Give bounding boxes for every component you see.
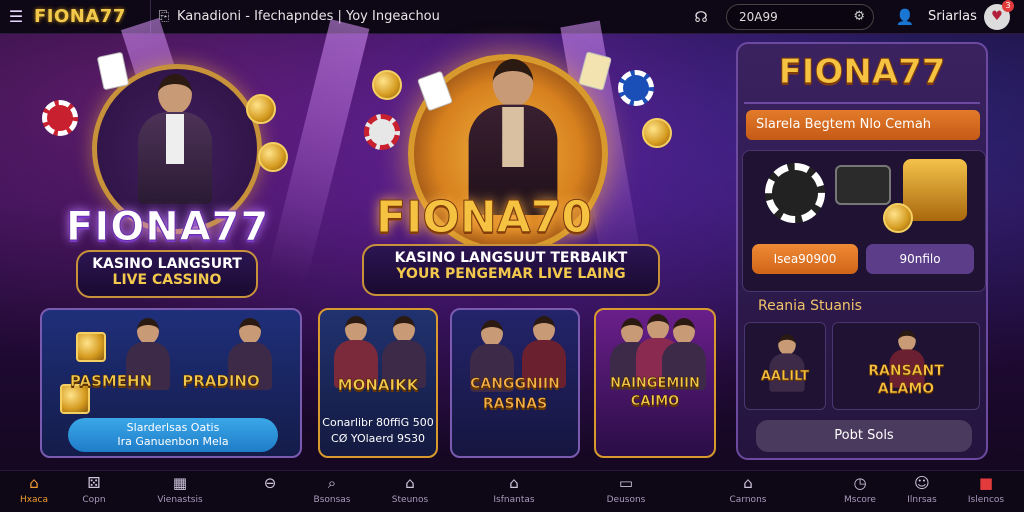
treasure-chest-icon xyxy=(903,159,967,221)
casino-app: ☰ FIONA77 ⎘ Kanadioni - Ifechapndes | Yo… xyxy=(0,0,1024,512)
poker-chip-icon xyxy=(765,163,825,223)
nav-item-house[interactable]: ⌂ Steunos xyxy=(370,471,450,512)
nav-label: Carnons xyxy=(729,495,767,505)
playing-card-icon xyxy=(96,51,130,91)
hero-center-line2: YOUR PENGEMAR LIVE LAING xyxy=(396,266,626,282)
hero-center-logo: FIONA70 xyxy=(376,192,593,244)
game-title: CAIMO xyxy=(630,394,680,410)
host-figure xyxy=(886,330,928,388)
nav-item-home-filled[interactable]: ⌂ Isfnantas xyxy=(474,471,554,512)
avatar[interactable]: ♥ 3 xyxy=(984,0,1014,30)
bonus-button[interactable]: 90nfilo xyxy=(866,244,974,274)
hero-left-promo[interactable]: FIONA77 KASINO LANGSURT LIVE CASSINO xyxy=(40,51,300,304)
game-card[interactable]: PASMEHN PRADINO Slarderlsas Oatis Ira Ga… xyxy=(40,308,302,458)
home-filled-icon: ⌂ xyxy=(509,474,519,492)
hero-banner[interactable]: FIONA77 KASINO LANGSURT LIVE CASSINO FIO… xyxy=(0,17,736,304)
search-input[interactable]: 20A99 ⚙ xyxy=(726,3,874,30)
button-line: Slarderlsas Oatis xyxy=(126,421,220,434)
tile-title: ALAMO xyxy=(877,381,935,398)
nav-item-alert[interactable]: ■ Islencos xyxy=(946,471,1024,512)
panel-bottom-button[interactable]: Pobt Sols xyxy=(756,420,972,452)
nav-item-bank[interactable]: ⌂ Carnons xyxy=(708,471,788,512)
hero-left-line2: LIVE CASSINO xyxy=(112,272,222,288)
user-icon[interactable]: 👤 xyxy=(892,8,918,26)
gear-icon[interactable]: ⚙ xyxy=(853,9,865,24)
alert-box-icon: ■ xyxy=(978,474,994,492)
gold-coin-icon xyxy=(642,118,672,148)
nav-label: Vienastsis xyxy=(157,495,203,505)
game-tile[interactable]: AALILT xyxy=(744,322,826,410)
user-label[interactable]: Sriarlas xyxy=(928,9,984,24)
gold-coin-icon xyxy=(246,94,276,124)
game-title: CANGGNIIN xyxy=(470,376,560,393)
nav-label: Islencos xyxy=(967,495,1005,505)
nav-item-grid[interactable]: ▦ Vienastsis xyxy=(140,471,220,512)
hero-left-line1: KASINO LANGSURT xyxy=(92,256,242,272)
game-caption: CØ YOlaerd 9S30 xyxy=(331,432,425,445)
bottom-nav: ⌂ Hxaca ⚄ Copn ▦ Vienastsis ⊖ ⌕ Bsonsas … xyxy=(0,470,1024,512)
game-card[interactable]: CANGGNIIN RASNAS xyxy=(450,308,580,458)
hero-left-logo: FIONA77 xyxy=(65,204,270,251)
gold-coin-icon xyxy=(258,142,288,172)
search-value: 20A99 xyxy=(739,9,778,24)
grid-icon: ▦ xyxy=(172,474,188,492)
hero-center-promo[interactable]: FIONA70 KASINO LANGSUUT TERBAIKT YOUR PE… xyxy=(360,51,680,304)
deposit-button[interactable]: Isea90900 xyxy=(752,244,858,274)
hero-center-line1: KASINO LANGSUUT TERBAIKT xyxy=(394,250,628,266)
gold-coin-icon xyxy=(372,70,402,100)
poker-chip-icon xyxy=(364,114,400,150)
headset-icon[interactable]: ☊ xyxy=(688,8,714,26)
button-line: Ira Ganuenbon Mela xyxy=(117,435,229,448)
nav-item-search[interactable]: ⌕ Bsonsas xyxy=(292,471,372,512)
bank-icon: ⌂ xyxy=(743,474,753,492)
nav-label: Deusons xyxy=(606,495,646,505)
play-now-button[interactable]: Slarderlsas Oatis Ira Ganuenbon Mela xyxy=(68,418,278,452)
game-card[interactable]: NAINGEMIIN CAIMO xyxy=(594,308,716,458)
game-card[interactable]: MONAIKK Conarlibr 80ffiG 500 CØ YOlaerd … xyxy=(318,308,438,458)
game-title: PRADINO xyxy=(182,372,260,391)
game-title: RASNAS xyxy=(482,396,548,413)
tile-title: AALILT xyxy=(760,369,810,385)
game-title: NAINGEMIIN xyxy=(610,376,700,392)
notification-badge: 3 xyxy=(1002,0,1014,12)
host-figure xyxy=(130,74,220,204)
promo-bar[interactable]: Slarela Begtem Nlo Cemah xyxy=(746,110,980,140)
nav-label: Bsonsas xyxy=(313,495,351,505)
dice-icon xyxy=(76,332,106,362)
gold-coin-icon xyxy=(883,203,913,233)
poker-chip-icon xyxy=(618,70,654,106)
game-title: MONAIKK xyxy=(337,376,419,395)
dice-icon: ⚄ xyxy=(87,474,101,492)
right-promo-panel: FIONA77 Slarela Begtem Nlo Cemah Isea909… xyxy=(736,42,988,460)
panel-logo: FIONA77 xyxy=(778,52,946,93)
brand-logo[interactable]: FIONA77 xyxy=(32,6,150,27)
poker-chip-icon xyxy=(42,100,78,136)
hero-left-subtitle: KASINO LANGSURT LIVE CASSINO xyxy=(76,250,258,298)
section-title: Reania Stuanis xyxy=(758,298,862,314)
nav-item-dice[interactable]: ⚄ Copn xyxy=(54,471,134,512)
nav-label: Isfnantas xyxy=(493,495,535,505)
hamburger-menu-icon[interactable]: ☰ xyxy=(0,0,32,34)
hero-center-subtitle: KASINO LANGSUUT TERBAIKT YOUR PENGEMAR L… xyxy=(362,244,660,296)
game-tile[interactable]: RANSANT ALAMO xyxy=(832,322,980,410)
nav-label: Steunos xyxy=(391,495,429,505)
nav-label: Copn xyxy=(82,495,106,505)
monitor-icon: ▭ xyxy=(618,474,634,492)
nav-item-monitor[interactable]: ▭ Deusons xyxy=(586,471,666,512)
chip-case-icon xyxy=(835,165,891,205)
heart-icon: ♥ xyxy=(991,9,1003,24)
tile-title: RANSANT xyxy=(868,363,944,380)
search-icon: ⌕ xyxy=(327,474,337,492)
house-outline-icon: ⌂ xyxy=(405,474,415,492)
game-caption: Conarlibr 80ffiG 500 xyxy=(322,416,434,429)
playing-card-icon xyxy=(578,51,612,91)
divider xyxy=(744,102,980,104)
